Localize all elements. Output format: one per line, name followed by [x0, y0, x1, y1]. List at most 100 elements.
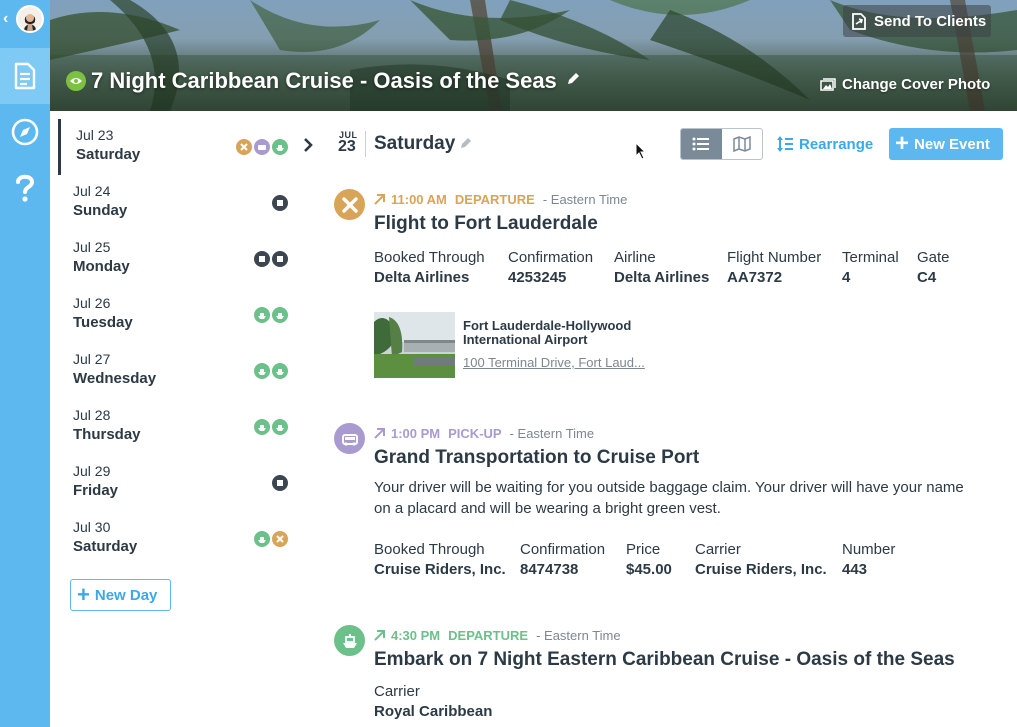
day-header-date: 23 — [338, 138, 356, 155]
day-event-icons — [272, 475, 288, 491]
field-label: Flight Number — [727, 249, 822, 266]
day-name: Saturday — [76, 146, 141, 163]
event-meta: 4:30 PM DEPARTURE - Eastern Time — [374, 628, 621, 643]
ship-icon — [272, 307, 288, 323]
nav-help[interactable] — [0, 160, 50, 216]
nav-itinerary[interactable] — [0, 48, 50, 104]
field-confirmation: Confirmation 4253245 — [508, 249, 593, 286]
list-view-button[interactable] — [681, 129, 722, 159]
ship-icon — [334, 625, 365, 656]
ship-icon — [254, 531, 270, 547]
ship-icon — [254, 363, 270, 379]
event-title: Flight to Fort Lauderdale — [374, 213, 598, 234]
event-timezone: - Eastern Time — [509, 426, 595, 441]
nav-explore[interactable] — [0, 104, 50, 160]
event-timezone: - Eastern Time — [536, 628, 621, 643]
field-carrier: Carrier Cruise Riders, Inc. — [695, 541, 827, 578]
change-cover-photo-button[interactable]: Change Cover Photo — [820, 76, 990, 93]
app-window: ‹ Send To Clients 7 Night Caribbean Crui… — [0, 0, 1017, 727]
day-name: Thursday — [73, 426, 141, 443]
event-meta: 1:00 PM PICK-UP - Eastern Time — [374, 426, 594, 441]
day-item-jul-30[interactable]: Jul 30 Saturday — [58, 511, 316, 567]
place-card-airport[interactable]: Fort Lauderdale-Hollywood International … — [374, 312, 664, 378]
list-icon — [692, 137, 710, 151]
event-meta: 11:00 AM DEPARTURE - Eastern Time — [374, 192, 627, 207]
left-nav-rail: ‹ — [0, 0, 50, 727]
day-date: Jul 27 — [73, 351, 111, 367]
field-value: 4 — [842, 269, 851, 286]
trip-title: 7 Night Caribbean Cruise - Oasis of the … — [91, 68, 557, 93]
new-event-button[interactable]: + New Event — [889, 128, 1003, 160]
field-value: 443 — [842, 561, 868, 578]
day-event-icons — [236, 139, 288, 155]
day-item-jul-23[interactable]: Jul 23 Saturday — [58, 119, 316, 175]
day-date: Jul 25 — [73, 239, 111, 255]
day-event-icons — [254, 531, 288, 547]
chevron-right-icon[interactable] — [303, 137, 313, 158]
field-value: 4253245 — [508, 269, 567, 286]
field-confirmation: Confirmation 8474738 — [520, 541, 605, 578]
new-day-button[interactable]: + New Day — [70, 579, 171, 611]
day-date: Jul 26 — [73, 295, 111, 311]
day-item-jul-28[interactable]: Jul 28 Thursday — [58, 399, 316, 455]
send-to-clients-label: Send To Clients — [874, 12, 987, 30]
day-item-jul-26[interactable]: Jul 26 Tuesday — [58, 287, 316, 343]
rearrange-icon — [777, 136, 793, 152]
edit-day-pencil-icon[interactable] — [460, 136, 472, 154]
place-address-link[interactable]: 100 Terminal Drive, Fort Laud... — [463, 355, 645, 370]
field-value: Royal Caribbean — [374, 703, 493, 720]
day-event-icons — [254, 363, 288, 379]
field-label: Confirmation — [520, 541, 606, 558]
view-toggle — [680, 128, 763, 160]
edit-title-pencil-icon[interactable] — [566, 72, 580, 91]
day-date: Jul 28 — [73, 407, 111, 423]
day-item-jul-24[interactable]: Jul 24 Sunday — [58, 175, 316, 231]
airport-photo — [374, 312, 455, 378]
field-value: Cruise Riders, Inc. — [695, 561, 827, 578]
field-label: Terminal — [842, 249, 899, 266]
day-header-divider — [365, 131, 366, 157]
event-title: Grand Transportation to Cruise Port — [374, 447, 700, 468]
event-time: 11:00 AM — [391, 192, 447, 207]
field-number: Number 443 — [842, 541, 895, 578]
day-name: Wednesday — [73, 370, 157, 387]
new-event-label: New Event — [914, 135, 990, 153]
car-icon — [334, 423, 365, 454]
field-label: Number — [842, 541, 896, 558]
user-avatar[interactable] — [16, 5, 44, 33]
day-name: Monday — [73, 258, 130, 275]
day-event-icons — [272, 195, 288, 211]
event-title: Embark on 7 Night Eastern Caribbean Crui… — [374, 649, 955, 670]
field-carrier: Carrier Royal Caribbean — [374, 683, 492, 720]
field-label: Booked Through — [374, 249, 485, 266]
field-terminal: Terminal 4 — [842, 249, 899, 286]
day-item-jul-25[interactable]: Jul 25 Monday — [58, 231, 316, 287]
departure-arrow-icon — [374, 630, 385, 641]
day-event-icons — [254, 251, 288, 267]
map-view-button[interactable] — [722, 129, 763, 159]
mouse-cursor-icon — [635, 141, 647, 165]
plus-icon: + — [77, 582, 90, 607]
flight-icon — [334, 189, 365, 220]
map-icon — [733, 136, 751, 152]
field-value: $45.00 — [626, 561, 672, 578]
day-name: Saturday — [73, 538, 138, 555]
field-label: Carrier — [695, 541, 741, 558]
visible-eye-icon[interactable] — [66, 71, 86, 91]
car-icon — [254, 139, 270, 155]
day-event-icons — [254, 419, 288, 435]
days-sidebar: Jul 23 Saturday Jul 24 Sunday Jul 25 Mon… — [50, 111, 320, 727]
day-date: Jul 29 — [73, 463, 111, 479]
day-name: Tuesday — [73, 314, 133, 331]
document-icon — [14, 62, 36, 90]
send-to-clients-button[interactable]: Send To Clients — [843, 5, 991, 37]
field-value: Delta Airlines — [614, 269, 710, 286]
field-flight-number: Flight Number AA7372 — [727, 249, 821, 286]
day-item-jul-29[interactable]: Jul 29 Friday — [58, 455, 316, 511]
rearrange-button[interactable]: Rearrange — [776, 135, 873, 153]
day-item-jul-27[interactable]: Jul 27 Wednesday — [58, 343, 316, 399]
hotel-icon — [272, 251, 288, 267]
field-value: C4 — [917, 269, 937, 286]
field-booked-through: Booked Through Delta Airlines — [374, 249, 485, 286]
back-chevron-icon[interactable]: ‹ — [3, 10, 15, 30]
